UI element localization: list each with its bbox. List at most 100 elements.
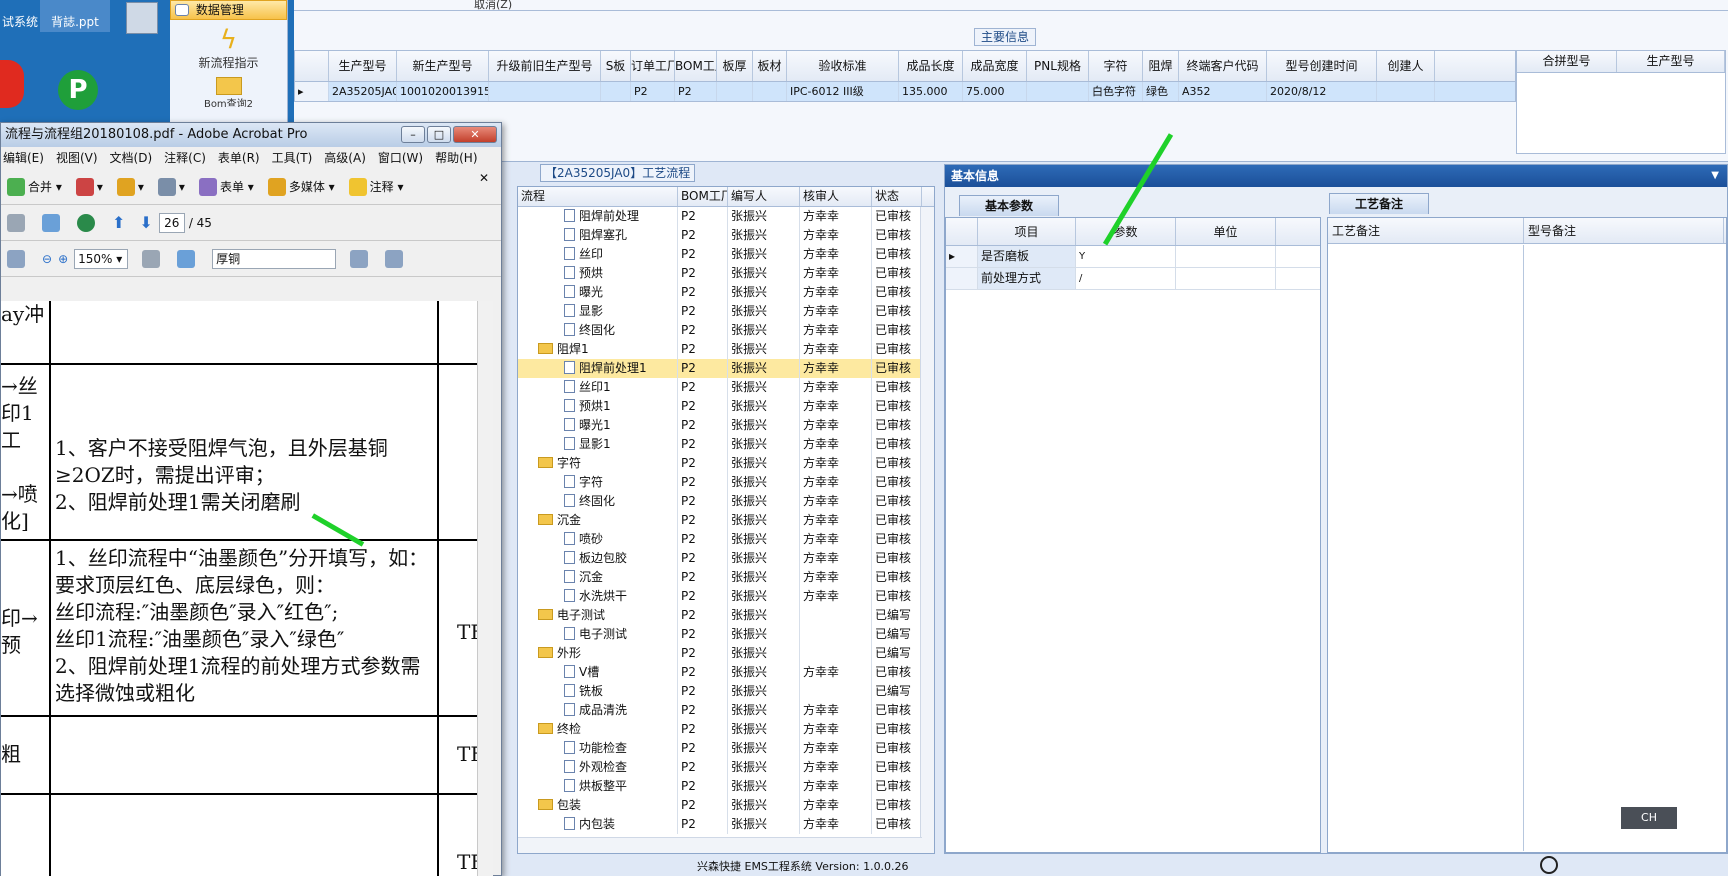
column-header[interactable]: 生产型号 (329, 51, 397, 81)
menu-item[interactable]: 工具(T) (272, 147, 313, 169)
tree-row[interactable]: 铣板 P2 张振兴 已编写 (518, 682, 934, 701)
column-header[interactable]: 型号创建时间 (1267, 51, 1377, 81)
forms-button[interactable]: 表单 ▾ (198, 177, 254, 196)
grid-cell[interactable]: 135.000 (899, 82, 963, 101)
menu-item[interactable]: 高级(A) (324, 147, 366, 169)
tree-row[interactable]: 水洗烘干 P2 张振兴 方幸幸 已审核 (518, 587, 934, 606)
tree-row[interactable]: 终固化 P2 张振兴 方幸幸 已审核 (518, 492, 934, 511)
email-button[interactable] (42, 213, 63, 232)
tree-row[interactable]: 预烘 P2 张振兴 方幸幸 已审核 (518, 264, 934, 283)
menu-item[interactable]: 文档(D) (110, 147, 153, 169)
tree-row[interactable]: 字符 P2 张振兴 方幸幸 已审核 (518, 454, 934, 473)
column-header[interactable]: 成品宽度 (963, 51, 1027, 81)
collapse-icon[interactable]: ▼ (1711, 165, 1719, 187)
comment-button[interactable]: 注释 ▾ (348, 177, 404, 196)
search-input[interactable]: 厚铜 (212, 248, 337, 269)
minimize-button[interactable]: – (401, 126, 425, 143)
grid-cell[interactable]: IPC-6012 III级 (787, 82, 899, 101)
maximize-button[interactable]: □ (427, 126, 451, 143)
menu-item[interactable]: 窗口(W) (378, 147, 423, 169)
secure-button[interactable]: ▾ (116, 177, 144, 196)
multimedia-button[interactable]: 多媒体 ▾ (267, 177, 335, 196)
process-tree-hscrollbar[interactable] (518, 837, 922, 853)
column-header[interactable]: 创建人 (1377, 51, 1435, 81)
column-header[interactable]: 成品长度 (899, 51, 963, 81)
nav-item-bom-query[interactable]: Bom查询2 (170, 77, 287, 107)
tree-row[interactable]: 阻焊塞孔 P2 张振兴 方幸幸 已审核 (518, 226, 934, 245)
search-next-button[interactable] (385, 249, 406, 268)
tree-row[interactable]: 烘板整平 P2 张振兴 方幸幸 已审核 (518, 777, 934, 796)
grid-cell[interactable]: P2 (675, 82, 717, 101)
tree-row[interactable]: 阻焊前处理1 P2 张振兴 方幸幸 已审核 (518, 359, 934, 378)
sign-button[interactable]: ▾ (157, 177, 185, 196)
tree-column-header[interactable]: 状态 (872, 187, 922, 206)
tree-row[interactable]: 包装 P2 张振兴 方幸幸 已审核 (518, 796, 934, 815)
column-header[interactable]: 验收标准 (787, 51, 899, 81)
grid-cell[interactable]: P2 (631, 82, 675, 101)
tree-row[interactable]: 电子测试 P2 张振兴 已编写 (518, 606, 934, 625)
tree-row[interactable]: 外观检查 P2 张振兴 方幸幸 已审核 (518, 758, 934, 777)
model-remark-text[interactable] (1526, 245, 1722, 851)
tree-row[interactable]: 功能检查 P2 张振兴 方幸幸 已审核 (518, 739, 934, 758)
tree-row[interactable]: 曝光 P2 张振兴 方幸幸 已审核 (518, 283, 934, 302)
column-header[interactable]: PNL规格 (1027, 51, 1089, 81)
grid-cell[interactable] (1377, 82, 1435, 101)
prev-page-button[interactable]: ⬆ (112, 213, 125, 232)
cancel-filter-text[interactable]: 取消(Z) (474, 0, 512, 10)
tree-row[interactable]: 预烘1 P2 张振兴 方幸幸 已审核 (518, 397, 934, 416)
tab-basic-params[interactable]: 基本参数 (959, 195, 1059, 216)
merge-column-header[interactable]: 合拼型号 (1517, 51, 1617, 72)
tree-row[interactable]: V槽 P2 张振兴 方幸幸 已审核 (518, 663, 934, 682)
zoom-select[interactable]: 150% ▾ (74, 248, 129, 269)
tab-process-remarks[interactable]: 工艺备注 (1329, 193, 1429, 214)
tree-row[interactable]: 字符 P2 张振兴 方幸幸 已审核 (518, 473, 934, 492)
next-page-button[interactable]: ⬇ (139, 213, 152, 232)
tree-row[interactable]: 外形 P2 张振兴 已编写 (518, 644, 934, 663)
grid-cell[interactable]: 2020/8/12 (1267, 82, 1377, 101)
acrobat-titlebar[interactable]: 流程与流程组20180108.pdf - Adobe Acrobat Pro –… (1, 123, 501, 147)
payment-app-icon[interactable]: P (58, 70, 98, 110)
column-header[interactable]: 阻焊 (1143, 51, 1179, 81)
tree-row[interactable]: 沉金 P2 张振兴 方幸幸 已审核 (518, 568, 934, 587)
process-tree-scrollbar[interactable] (920, 207, 934, 853)
merge-column-header[interactable]: 生产型号 (1617, 51, 1725, 72)
nav-header-data-management[interactable]: 数据管理 (170, 0, 287, 20)
params-column-header[interactable]: 参数 (1076, 218, 1176, 245)
tree-row[interactable]: 板边包胶 P2 张振兴 方幸幸 已审核 (518, 549, 934, 568)
app-logo-icon[interactable] (0, 60, 24, 108)
nav-item-new-flow[interactable]: ϟ 新流程指示 (170, 26, 287, 71)
create-pdf-button[interactable]: ▾ (75, 177, 103, 196)
grid-cell[interactable]: A352 (1179, 82, 1267, 101)
tree-row[interactable]: 阻焊1 P2 张振兴 方幸幸 已审核 (518, 340, 934, 359)
combine-button[interactable]: 合并 ▾ (7, 177, 62, 196)
tree-row[interactable]: 成品清洗 P2 张振兴 方幸幸 已审核 (518, 701, 934, 720)
tree-row[interactable]: 曝光1 P2 张振兴 方幸幸 已审核 (518, 416, 934, 435)
tree-row[interactable]: 沉金 P2 张振兴 方幸幸 已审核 (518, 511, 934, 530)
column-header[interactable]: S板 (601, 51, 631, 81)
fit-page-button[interactable] (177, 249, 198, 268)
grid-cell[interactable] (1027, 82, 1089, 101)
column-header[interactable]: 板厚 (717, 51, 753, 81)
column-header[interactable]: 升级前旧生产型号 (489, 51, 601, 81)
param-value[interactable]: / (1076, 268, 1176, 289)
tree-row[interactable]: 阻焊前处理 P2 张振兴 方幸幸 已审核 (518, 207, 934, 226)
column-header[interactable]: 终端客户代码 (1179, 51, 1267, 81)
tree-row[interactable]: 显影1 P2 张振兴 方幸幸 已审核 (518, 435, 934, 454)
tree-column-header[interactable]: BOM工厂 (678, 187, 728, 206)
params-column-header[interactable]: 项目 (978, 218, 1076, 245)
menu-item[interactable]: 视图(V) (56, 147, 98, 169)
tree-row[interactable]: 终检 P2 张振兴 方幸幸 已审核 (518, 720, 934, 739)
param-row[interactable]: 前处理方式 / (946, 268, 1320, 290)
grid-cell[interactable]: 白色字符 (1089, 82, 1143, 101)
column-header[interactable]: 字符 (1089, 51, 1143, 81)
desktop-icon-system[interactable]: 试系统 (0, 0, 40, 30)
tree-row[interactable]: 终固化 P2 张振兴 方幸幸 已审核 (518, 321, 934, 340)
close-doc-icon[interactable]: ✕ (479, 171, 489, 185)
calculator-icon[interactable] (126, 2, 158, 34)
main-info-data-row[interactable]: ▸ 2A35205JA0 10010200139152 P2 P2 IPC-6012 II… (294, 82, 1516, 102)
tree-column-header[interactable]: 核审人 (800, 187, 872, 206)
menu-item[interactable]: 编辑(E) (3, 147, 44, 169)
close-button[interactable]: ✕ (453, 126, 497, 143)
tree-row[interactable]: 丝印1 P2 张振兴 方幸幸 已审核 (518, 378, 934, 397)
column-header[interactable]: 新生产型号 (397, 51, 489, 81)
